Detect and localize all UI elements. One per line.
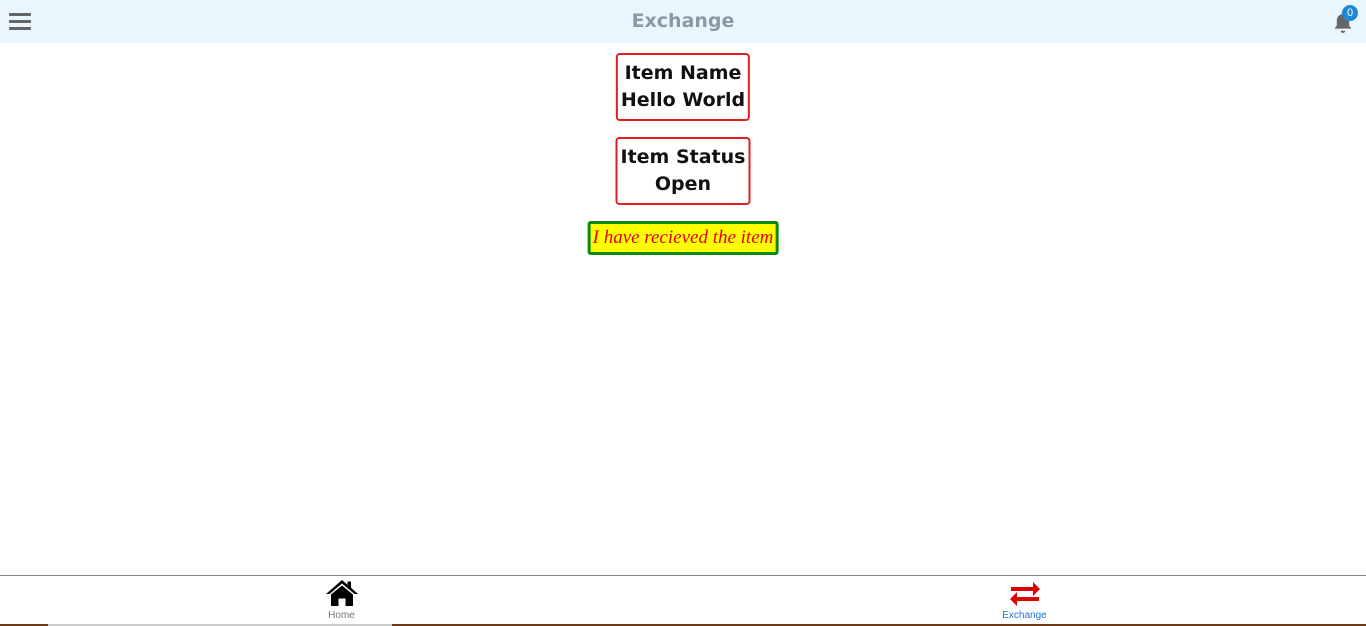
nav-tab-exchange[interactable]: Exchange bbox=[683, 576, 1366, 626]
item-name-box: Item Name Hello World bbox=[615, 53, 751, 121]
nav-tab-home[interactable]: Home bbox=[0, 576, 683, 626]
bottom-navigation: Home Exchange bbox=[0, 575, 1366, 626]
hamburger-menu-icon[interactable] bbox=[9, 12, 31, 31]
exchange-arrows-icon bbox=[1009, 582, 1040, 606]
item-status-label: Item Status bbox=[620, 146, 746, 168]
home-icon bbox=[325, 580, 358, 606]
app-header: Exchange 0 bbox=[0, 0, 1366, 43]
nav-label-home: Home bbox=[328, 610, 355, 621]
page-title: Exchange bbox=[631, 10, 735, 32]
item-received-button[interactable]: I have recieved the item bbox=[587, 221, 779, 255]
nav-label-exchange: Exchange bbox=[1002, 610, 1047, 621]
item-name-label: Item Name bbox=[624, 62, 742, 84]
item-status-value: Open bbox=[654, 173, 712, 195]
item-name-value: Hello World bbox=[620, 89, 746, 111]
notification-count-badge: 0 bbox=[1342, 5, 1358, 21]
notifications-button[interactable]: 0 bbox=[1331, 5, 1358, 34]
item-status-box: Item Status Open bbox=[615, 137, 751, 205]
